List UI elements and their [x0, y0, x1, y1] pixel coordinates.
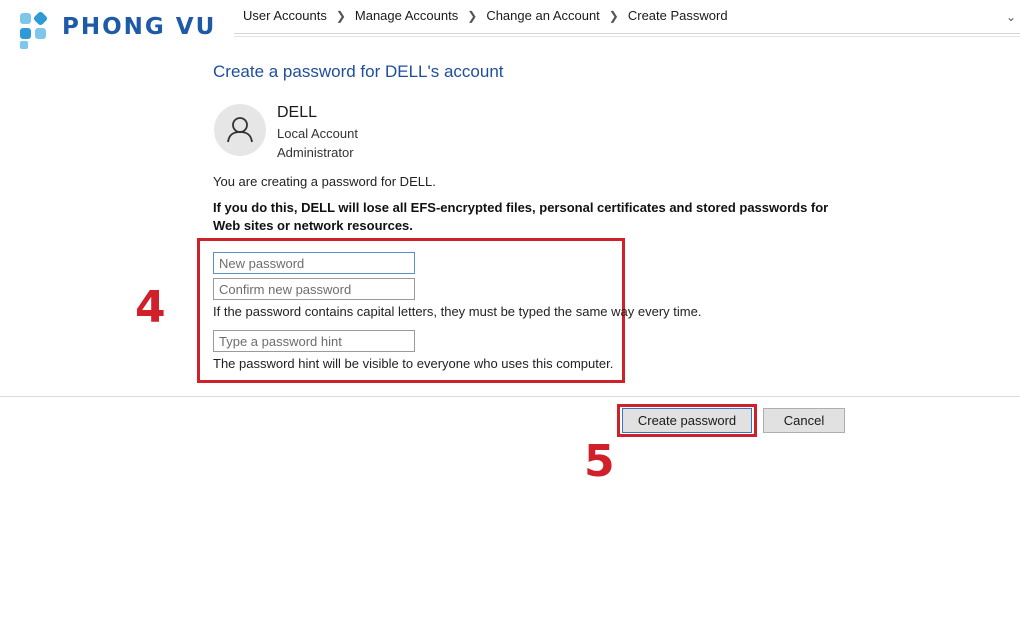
chevron-down-icon[interactable]: ⌄: [1006, 10, 1016, 24]
logo-text: PHONG VU: [62, 14, 217, 40]
step-4-label: 4: [135, 282, 166, 333]
password-hint-input[interactable]: [213, 330, 415, 352]
footer-divider: [0, 396, 1020, 397]
intro-text: You are creating a password for DELL.: [213, 174, 436, 189]
breadcrumb-manage-accounts[interactable]: Manage Accounts: [355, 8, 458, 23]
user-icon: [227, 117, 253, 143]
account-role: Administrator: [277, 145, 354, 160]
avatar: [214, 104, 266, 156]
hint-visibility-note: The password hint will be visible to eve…: [213, 356, 614, 371]
chevron-right-icon: ❯: [335, 8, 346, 23]
account-type: Local Account: [277, 126, 358, 141]
new-password-input[interactable]: [213, 252, 415, 274]
step-5-label: 5: [584, 436, 615, 487]
page-title: Create a password for DELL's account: [213, 62, 504, 81]
capital-letters-note: If the password contains capital letters…: [213, 304, 702, 319]
breadcrumb-user-accounts[interactable]: User Accounts: [243, 8, 327, 23]
confirm-password-input[interactable]: [213, 278, 415, 300]
address-bar-divider: [234, 36, 1020, 37]
breadcrumb-create-password[interactable]: Create Password: [628, 8, 728, 23]
breadcrumb-change-account[interactable]: Change an Account: [486, 8, 599, 23]
create-password-button[interactable]: Create password: [622, 408, 752, 433]
efs-warning: If you do this, DELL will lose all EFS-e…: [213, 200, 829, 233]
breadcrumb: User Accounts ❯ Manage Accounts ❯ Change…: [243, 8, 728, 23]
logo-mark-icon: [20, 11, 48, 49]
chevron-right-icon: ❯: [608, 8, 619, 23]
chevron-right-icon: ❯: [467, 8, 478, 23]
cancel-button[interactable]: Cancel: [763, 408, 845, 433]
account-name: DELL: [277, 104, 318, 121]
